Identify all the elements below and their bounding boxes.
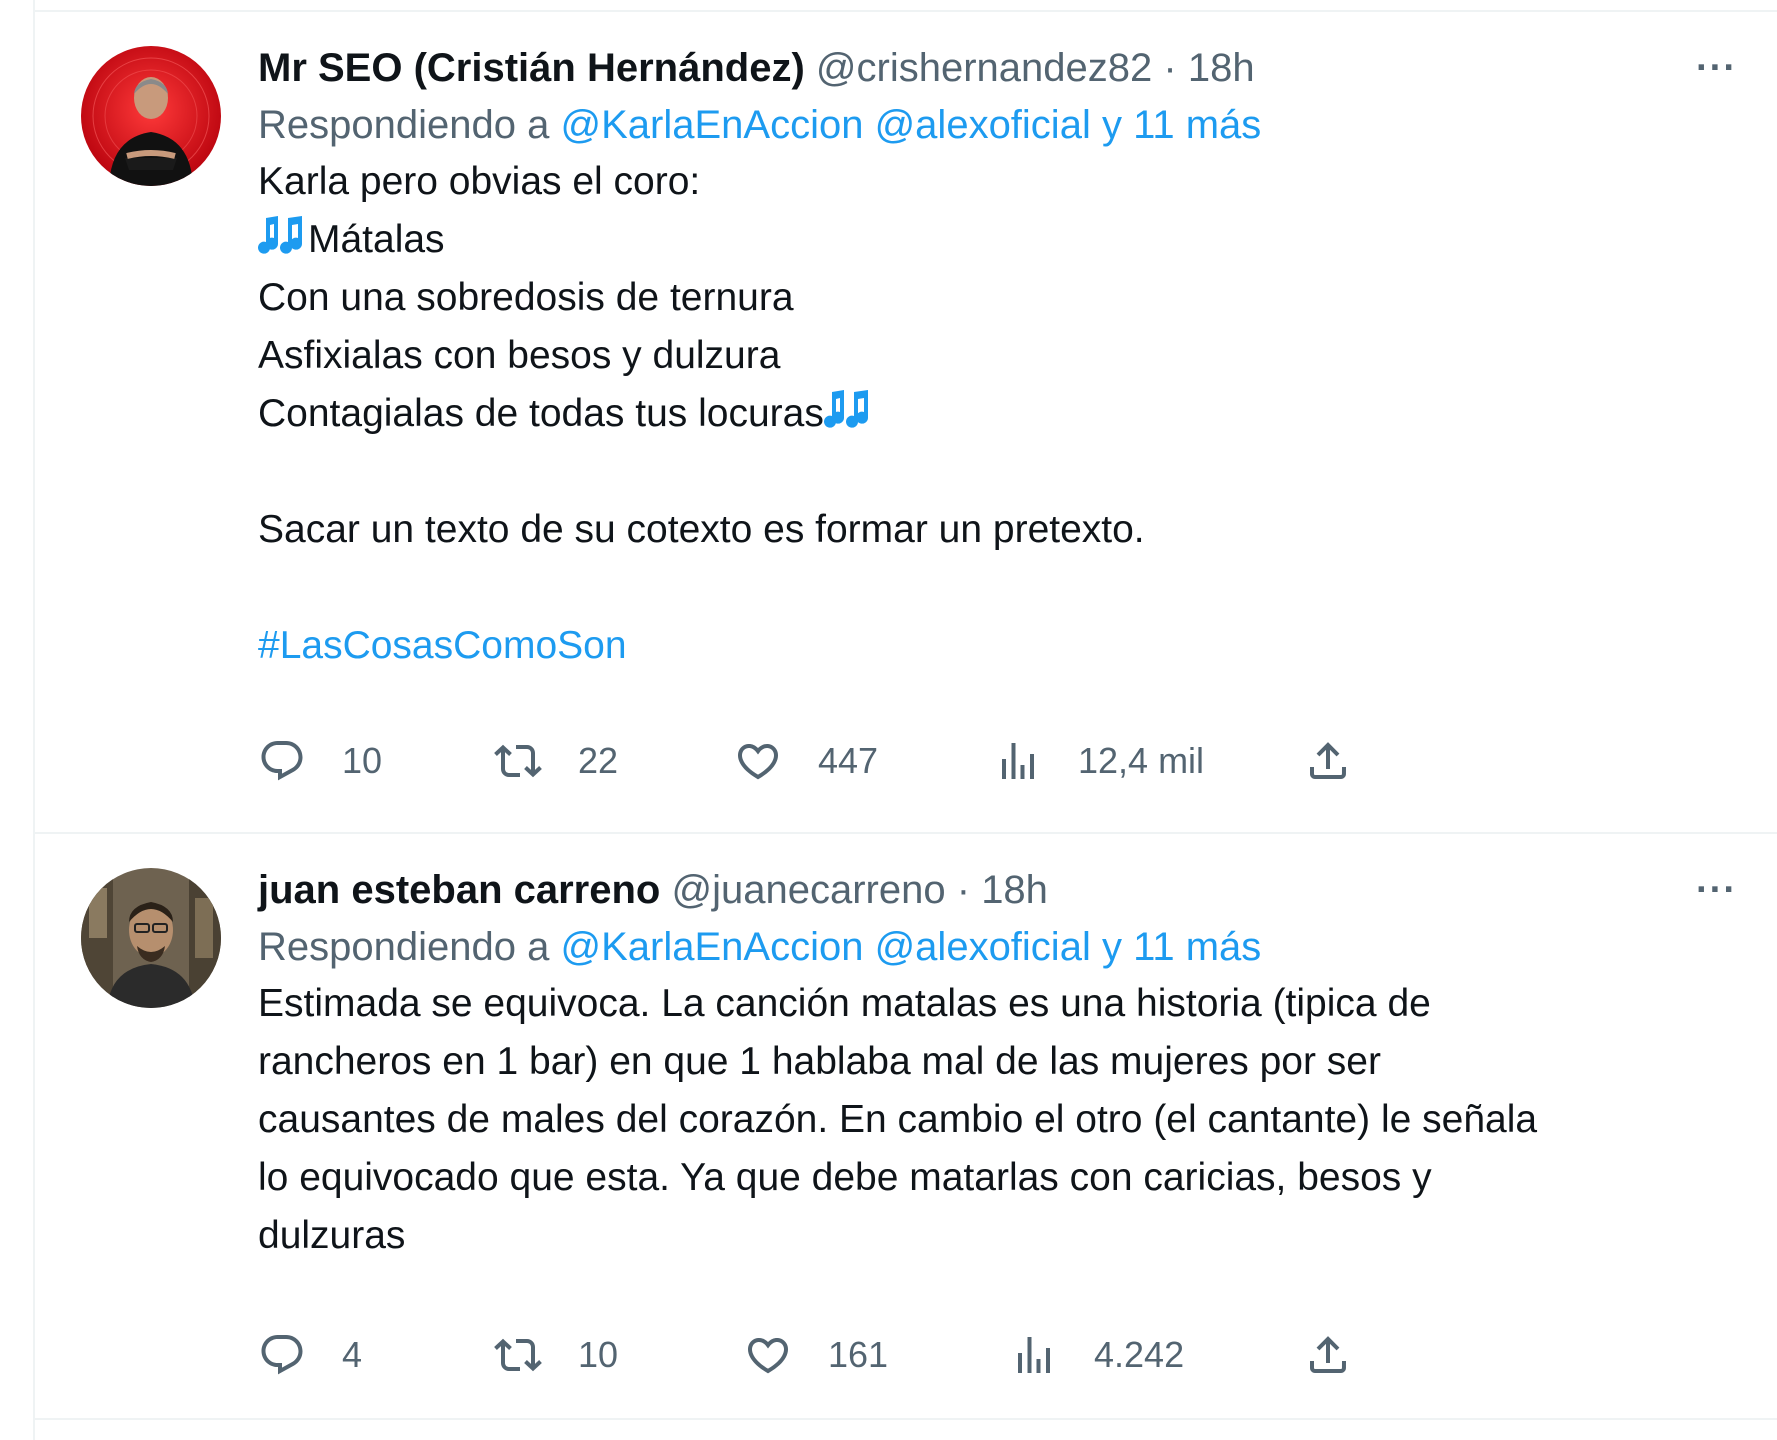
views-icon: [994, 737, 1042, 785]
view-count: 4.242: [1094, 1334, 1185, 1375]
author-handle[interactable]: @crishernandez82: [816, 46, 1152, 90]
text-line-music: Contagialas de todas tus locuras: [258, 385, 1737, 443]
separator-dot: ·: [1163, 46, 1177, 90]
text-line: Sacar un texto de su cotexto es formar u…: [258, 508, 1145, 551]
hashtag-link[interactable]: #LasCosasComoSon: [258, 617, 1737, 675]
more-options-icon[interactable]: ···: [1696, 42, 1737, 94]
replying-to-label: Respondiendo a: [258, 925, 550, 969]
text-line: Con una sobredosis de ternura: [258, 276, 794, 319]
musical-notes-icon: [258, 214, 308, 258]
more-mentions-link[interactable]: y 11 más: [1102, 925, 1261, 969]
musical-notes-icon: [823, 388, 874, 432]
reply-count: 10: [342, 740, 383, 781]
text-line: Contagialas de todas tus locuras: [258, 392, 824, 435]
separator-dot: ·: [956, 868, 971, 912]
like-button[interactable]: 161: [744, 1330, 888, 1380]
views-button[interactable]: 12,4 mil: [994, 736, 1204, 786]
tweet-header: Mr SEO (Cristián Hernández) @crishernand…: [258, 42, 1737, 94]
reply-count: 4: [342, 1334, 363, 1375]
heart-icon: [744, 1331, 792, 1379]
replying-to: Respondiendo a @KarlaEnAccion @alexofici…: [258, 921, 1737, 973]
author-handle[interactable]: @juanecarreno: [672, 868, 946, 912]
avatar[interactable]: [81, 46, 221, 186]
share-icon: [1304, 1331, 1352, 1379]
like-count: 161: [828, 1334, 889, 1375]
retweet-button[interactable]: 22: [494, 736, 618, 786]
more-mentions-link[interactable]: y 11 más: [1102, 103, 1261, 147]
text-line-music: Mátalas: [258, 211, 1737, 269]
text-line: Karla pero obvias el coro:: [258, 160, 701, 203]
reply-icon: [258, 1331, 306, 1379]
view-count: 12,4 mil: [1078, 740, 1205, 781]
heart-icon: [734, 737, 782, 785]
retweet-icon: [494, 1331, 542, 1379]
reply-button[interactable]: 10: [258, 736, 382, 786]
mention-link[interactable]: @KarlaEnAccion: [560, 925, 863, 969]
reply-button[interactable]: 4: [258, 1330, 362, 1380]
mention-link[interactable]: @alexoficial: [875, 103, 1091, 147]
mention-link[interactable]: @KarlaEnAccion: [560, 103, 863, 147]
tweet-header: juan esteban carreno @juanecarreno · 18h: [258, 864, 1737, 916]
tweet-actions: 4 10 161 4.242: [258, 1330, 1508, 1380]
text-line: rancheros en 1 bar) en que 1 hablaba mal…: [258, 1040, 1381, 1083]
text-line: causantes de males del corazón. En cambi…: [258, 1098, 1538, 1141]
share-button[interactable]: [1304, 736, 1352, 786]
text-line: dulzuras: [258, 1214, 406, 1257]
tweet-content: juan esteban carreno @juanecarreno · 18h…: [258, 864, 1737, 1265]
like-button[interactable]: 447: [734, 736, 878, 786]
reply-icon: [258, 737, 306, 785]
retweet-count: 10: [578, 1334, 619, 1375]
share-button[interactable]: [1304, 1330, 1352, 1380]
avatar[interactable]: [81, 868, 221, 1008]
mention-link[interactable]: @alexoficial: [875, 925, 1091, 969]
tweet[interactable]: juan esteban carreno @juanecarreno · 18h…: [35, 834, 1777, 1416]
more-options-icon[interactable]: ···: [1696, 864, 1737, 916]
tweet-content: Mr SEO (Cristián Hernández) @crishernand…: [258, 42, 1737, 675]
text-line: Estimada se equivoca. La canción matalas…: [258, 982, 1431, 1025]
retweet-count: 22: [578, 740, 619, 781]
tweet-text: Estimada se equivoca. La canción matalas…: [258, 975, 1737, 1265]
retweet-button[interactable]: 10: [494, 1330, 618, 1380]
tweet-text: Karla pero obvias el coro: Mátalas Con u…: [258, 153, 1737, 675]
tweet[interactable]: Mr SEO (Cristián Hernández) @crishernand…: [35, 12, 1777, 834]
author-name[interactable]: juan esteban carreno: [258, 868, 660, 912]
replying-to-label: Respondiendo a: [258, 103, 550, 147]
views-button[interactable]: 4.242: [1010, 1330, 1184, 1380]
text-line: Mátalas: [308, 218, 445, 261]
text-line: lo equivocado que esta. Ya que debe mata…: [258, 1156, 1432, 1199]
views-icon: [1010, 1331, 1058, 1379]
retweet-icon: [494, 737, 542, 785]
timestamp[interactable]: 18h: [1188, 46, 1255, 90]
like-count: 447: [818, 740, 879, 781]
tweet-actions: 10 22 447 12,4 mil: [258, 736, 1508, 786]
share-icon: [1304, 737, 1352, 785]
replying-to: Respondiendo a @KarlaEnAccion @alexofici…: [258, 99, 1737, 151]
author-name[interactable]: Mr SEO (Cristián Hernández): [258, 46, 805, 90]
timestamp[interactable]: 18h: [981, 868, 1048, 912]
text-line: Asfixialas con besos y dulzura: [258, 334, 781, 377]
tweet-divider: [33, 1418, 1777, 1420]
